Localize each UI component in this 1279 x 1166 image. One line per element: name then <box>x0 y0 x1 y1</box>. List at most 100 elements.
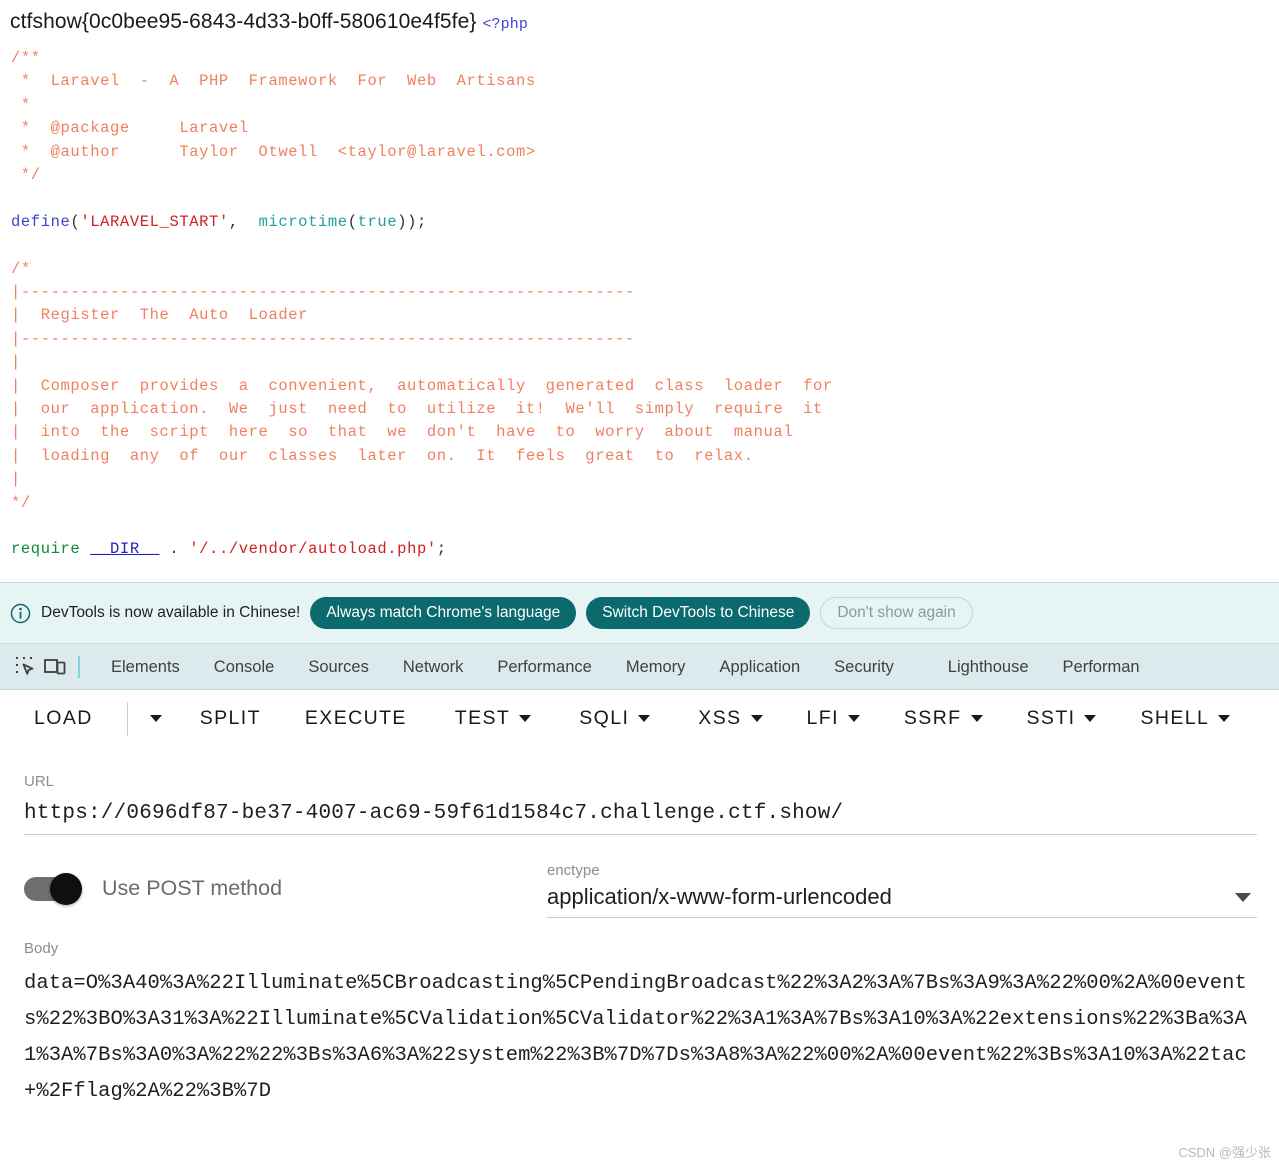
block-comment-line: | Register The Auto Loader <box>11 306 309 325</box>
chevron-down-icon <box>847 715 860 722</box>
sqli-label: SQLI <box>579 707 630 729</box>
tab-memory[interactable]: Memory <box>609 644 703 689</box>
php-code-block: /** * Laravel - A PHP Framework For Web … <box>0 34 1279 562</box>
info-circle-icon <box>10 603 31 624</box>
doc-comment-line: * @author Taylor Otwell <taylor@laravel.… <box>11 142 536 161</box>
require-semicolon: ; <box>436 540 447 559</box>
devtools-tab-bar: Elements Console Sources Network Perform… <box>0 644 1279 690</box>
dont-show-again-button[interactable]: Don't show again <box>820 597 973 629</box>
device-toolbar-icon[interactable] <box>40 652 70 682</box>
chevron-down-icon <box>519 715 532 722</box>
ssrf-button[interactable]: SSRF <box>904 707 983 730</box>
autoload-path-string: '/../vendor/autoload.php' <box>189 540 437 559</box>
body-label: Body <box>24 940 59 957</box>
hack-bar-panel: LOAD SPLIT EXECUTE TEST SQLI XSS LFI SSR… <box>0 690 1279 1110</box>
php-source-view: ctfshow{0c0bee95-6843-4d33-b0ff-580610e4… <box>0 0 1279 582</box>
block-comment-line: | <box>11 353 21 372</box>
true-literal: true <box>357 212 398 231</box>
block-comment-line: | our application. We just need to utili… <box>11 400 823 419</box>
block-comment-line: | <box>11 470 21 489</box>
enctype-label: enctype <box>547 862 600 879</box>
microtime-function: microtime <box>258 212 348 231</box>
chevron-down-icon <box>1235 892 1251 902</box>
doc-comment-line: /** <box>11 49 41 67</box>
enctype-field-group: enctype application/x-www-form-urlencode… <box>547 862 1257 918</box>
chevron-down-icon <box>970 715 983 722</box>
block-comment-line: | into the script here so that we don't … <box>11 423 794 442</box>
concat-operator: . <box>159 540 190 559</box>
xss-label: XSS <box>698 707 742 729</box>
flag-line: ctfshow{0c0bee95-6843-4d33-b0ff-580610e4… <box>0 0 1279 34</box>
split-button[interactable]: SPLIT <box>200 707 261 730</box>
body-field-group: Body data=O%3A40%3A%22Illuminate%5CBroad… <box>0 918 1279 1110</box>
load-dropdown-button[interactable] <box>128 715 162 722</box>
tab-performance[interactable]: Performance <box>480 644 608 689</box>
csdn-watermark: CSDN @强少张 <box>1178 1145 1271 1160</box>
flag-text: ctfshow{0c0bee95-6843-4d33-b0ff-580610e4… <box>10 10 477 33</box>
sqli-button[interactable]: SQLI <box>579 707 651 730</box>
doc-comment-line: * Laravel - A PHP Framework For Web Arti… <box>11 72 536 91</box>
define-const-string: 'LARAVEL_START' <box>80 212 229 231</box>
tab-application[interactable]: Application <box>702 644 817 689</box>
doc-comment-line: */ <box>11 166 41 185</box>
block-comment-line: /* <box>11 259 31 278</box>
tab-security[interactable]: Security <box>817 644 911 689</box>
require-keyword: require <box>11 540 81 559</box>
define-open-paren: ( <box>70 212 81 231</box>
block-comment-line: */ <box>11 493 31 512</box>
chevron-down-icon <box>1218 715 1231 722</box>
devtools-language-banner: DevTools is now available in Chinese! Al… <box>0 582 1279 644</box>
tab-elements[interactable]: Elements <box>94 644 197 689</box>
execute-button[interactable]: EXECUTE <box>305 707 407 730</box>
tab-lighthouse[interactable]: Lighthouse <box>931 644 1046 689</box>
tab-sources[interactable]: Sources <box>291 644 386 689</box>
doc-comment-line: * @package Laravel <box>11 119 249 138</box>
toggle-knob <box>50 872 82 905</box>
dir-constant: __DIR__ <box>90 540 160 559</box>
shell-label: SHELL <box>1140 707 1210 729</box>
doc-comment-line: * <box>11 95 31 114</box>
xss-button[interactable]: XSS <box>698 707 763 730</box>
ssti-label: SSTI <box>1026 707 1076 729</box>
use-post-method-label: Use POST method <box>102 876 283 900</box>
block-comment-line: | loading any of our classes later on. I… <box>11 446 754 465</box>
php-open-tag: <?php <box>482 16 528 33</box>
load-button[interactable]: LOAD <box>34 707 93 730</box>
url-label: URL <box>24 773 55 790</box>
lfi-button[interactable]: LFI <box>807 707 860 730</box>
ssti-button[interactable]: SSTI <box>1027 707 1097 730</box>
body-input[interactable]: data=O%3A40%3A%22Illuminate%5CBroadcasti… <box>24 957 1257 1110</box>
chevron-down-icon <box>1084 715 1097 722</box>
lfi-label: LFI <box>806 707 839 729</box>
method-and-enctype-row: Use POST method enctype application/x-ww… <box>0 835 1279 918</box>
ssrf-label: SSRF <box>903 707 962 729</box>
define-comma: , <box>228 212 259 231</box>
switch-devtools-language-button[interactable]: Switch DevTools to Chinese <box>586 597 811 629</box>
test-label: TEST <box>454 707 511 729</box>
block-comment-line: |---------------------------------------… <box>11 283 635 302</box>
enctype-select[interactable]: application/x-www-form-urlencoded <box>547 879 1257 918</box>
post-method-toggle-group: Use POST method <box>24 862 283 905</box>
chevron-down-icon <box>638 715 651 722</box>
tab-network[interactable]: Network <box>386 644 481 689</box>
microtime-open-paren: ( <box>347 212 358 231</box>
chevron-down-icon <box>750 715 763 722</box>
hack-bar-toolbar: LOAD SPLIT EXECUTE TEST SQLI XSS LFI SSR… <box>0 690 1279 747</box>
tab-console[interactable]: Console <box>197 644 292 689</box>
url-input[interactable]: https://0696df87-be37-4007-ac69-59f61d15… <box>24 790 1257 835</box>
url-field-group: URL https://0696df87-be37-4007-ac69-59f6… <box>0 747 1279 835</box>
define-keyword: define <box>11 212 71 231</box>
block-comment-line: |---------------------------------------… <box>11 329 635 348</box>
block-comment-line: | Composer provides a convenient, automa… <box>11 376 833 395</box>
define-close: )); <box>397 212 427 231</box>
always-match-language-button[interactable]: Always match Chrome's language <box>310 597 577 629</box>
chevron-down-icon <box>149 715 162 722</box>
inspect-element-icon[interactable] <box>10 652 40 682</box>
use-post-method-toggle[interactable] <box>24 872 82 905</box>
test-button[interactable]: TEST <box>454 707 532 730</box>
shell-button[interactable]: SHELL <box>1140 707 1231 730</box>
tab-performance-insights[interactable]: Performan <box>1046 644 1157 689</box>
